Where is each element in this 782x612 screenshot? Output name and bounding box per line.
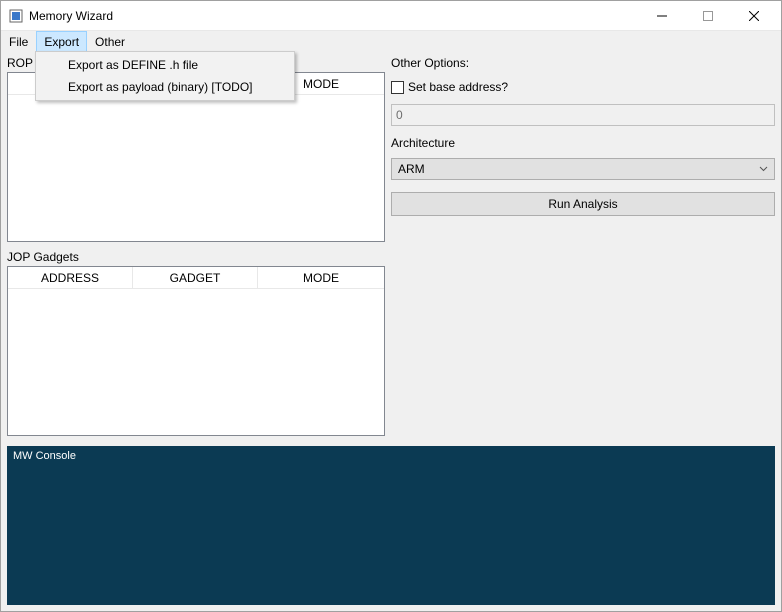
run-analysis-button[interactable]: Run Analysis [391,192,775,216]
window-controls [639,1,777,31]
export-dropdown: Export as DEFINE .h file Export as paylo… [35,51,295,101]
chevron-down-icon [759,164,768,175]
set-base-row: Set base address? [391,80,775,94]
minimize-button[interactable] [639,1,685,31]
architecture-select[interactable]: ARM [391,158,775,180]
upper-panels: ROP Gadgets ADDRESS GADGET MODE JOP Gadg… [7,56,775,436]
menu-file[interactable]: File [1,31,36,52]
jop-gadgets-label: JOP Gadgets [7,250,385,264]
close-button[interactable] [731,1,777,31]
content: ROP Gadgets ADDRESS GADGET MODE JOP Gadg… [1,52,781,611]
right-column: Other Options: Set base address? Archite… [391,56,775,436]
jop-table-header: ADDRESS GADGET MODE [8,267,384,289]
maximize-button[interactable] [685,1,731,31]
left-column: ROP Gadgets ADDRESS GADGET MODE JOP Gadg… [7,56,385,436]
app-icon [9,9,23,23]
jop-col-gadget[interactable]: GADGET [133,267,258,288]
base-address-input [391,104,775,126]
jop-col-mode[interactable]: MODE [258,267,384,288]
titlebar: Memory Wizard [1,1,781,31]
export-define-h[interactable]: Export as DEFINE .h file [38,54,292,76]
set-base-checkbox[interactable] [391,81,404,94]
menu-export[interactable]: Export [36,31,87,52]
menu-other[interactable]: Other [87,31,133,52]
mw-console[interactable]: MW Console [7,446,775,605]
architecture-label: Architecture [391,136,775,150]
console-label: MW Console [13,450,76,462]
menubar: File Export Other [1,31,781,52]
jop-table[interactable]: ADDRESS GADGET MODE [7,266,385,436]
other-options-label: Other Options: [391,56,775,70]
export-payload-binary[interactable]: Export as payload (binary) [TODO] [38,76,292,98]
jop-col-address[interactable]: ADDRESS [8,267,133,288]
window-title: Memory Wizard [29,9,113,23]
architecture-value: ARM [398,162,425,176]
set-base-label: Set base address? [408,80,508,94]
